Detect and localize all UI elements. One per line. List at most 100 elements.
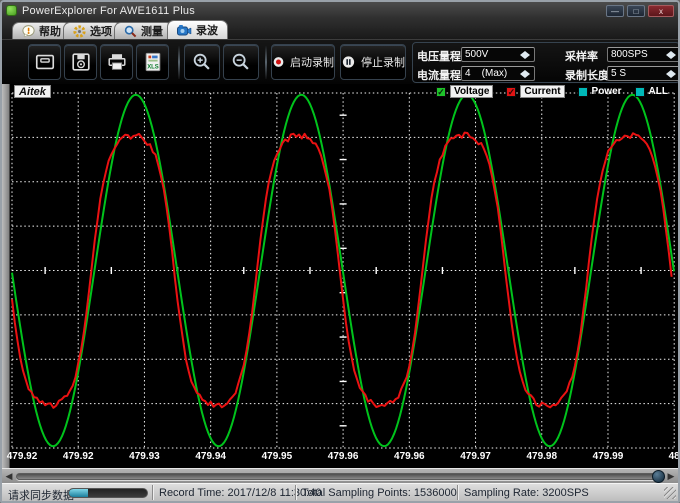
- status-separator: [295, 485, 296, 500]
- close-button[interactable]: x: [648, 5, 674, 17]
- gear-icon: [73, 25, 86, 38]
- scrollbar-thumb[interactable]: [652, 470, 665, 483]
- save-icon: [70, 51, 92, 73]
- start-record-button[interactable]: 启动录制: [271, 44, 335, 80]
- app-icon: [6, 5, 17, 16]
- tab-label: 帮助: [39, 23, 61, 39]
- print-button[interactable]: [100, 44, 133, 80]
- dropdown-arrow-icon: [665, 69, 677, 79]
- stop-record-button[interactable]: 停止录制: [340, 44, 406, 80]
- pause-icon: [341, 52, 356, 72]
- save-button[interactable]: [64, 44, 97, 80]
- record-length-select[interactable]: 5 S: [607, 66, 680, 81]
- dropdown-arrow-icon: [665, 50, 677, 60]
- x-axis-tick-label: 479.94: [195, 451, 226, 462]
- sampling-rate-text: Sampling Rate: 3200SPS: [464, 487, 589, 499]
- progress-bar: [68, 488, 148, 498]
- x-axis-tick-label: 479.93: [129, 451, 160, 462]
- toolbar-separator: [265, 45, 267, 79]
- record-length-label: 录制长度: [565, 67, 609, 83]
- scroll-left-arrow[interactable]: ◀: [3, 470, 15, 482]
- x-axis-tick-label: 48: [669, 451, 680, 462]
- window-title: PowerExplorer For AWE1611 Plus: [22, 5, 195, 17]
- zoom-out-icon: [230, 51, 252, 73]
- legend-checkbox-voltage[interactable]: ✓: [436, 87, 446, 97]
- export-xls-button[interactable]: XLS: [136, 44, 169, 80]
- dropdown-arrow-icon: [519, 50, 531, 60]
- svg-text:XLS: XLS: [147, 64, 159, 70]
- export-xls-icon: XLS: [142, 51, 164, 73]
- title-bar: PowerExplorer For AWE1611 Plus — □ x: [2, 2, 678, 19]
- sample-rate-label: 采样率: [565, 48, 598, 64]
- legend-label: Voltage: [450, 85, 493, 98]
- tab-label: 测量: [141, 23, 163, 39]
- legend-item-current[interactable]: ✓ Current: [506, 85, 564, 98]
- tab-record-waveform[interactable]: 录波: [167, 20, 228, 39]
- maximize-button[interactable]: □: [627, 5, 645, 17]
- x-axis-tick-label: 479.96: [328, 451, 359, 462]
- current-range-label: 电流量程: [417, 67, 461, 83]
- waveform-plot: [2, 84, 678, 450]
- tab-label: 选项: [90, 23, 112, 39]
- stop-record-label: 停止录制: [361, 54, 405, 70]
- minimize-button[interactable]: —: [606, 5, 624, 17]
- x-axis-tick-label: 479.92: [7, 451, 38, 462]
- sync-status-label: 请求同步数据: [8, 487, 74, 503]
- left-edge-strip: [2, 84, 10, 468]
- record-settings-panel: 电压量程 500V 采样率 800SPS 电流量程 4 (Max) 录制长度 5…: [412, 42, 680, 83]
- legend-label: Power: [592, 86, 622, 97]
- tab-bar: 帮助 选项 测量 录波: [2, 19, 678, 39]
- total-points-text: Total Sampling Points: 1536000: [302, 487, 457, 499]
- x-axis-tick-label: 479.95: [262, 451, 293, 462]
- printer-icon: [106, 51, 128, 73]
- record-length-value: 5 S: [611, 68, 665, 79]
- zoom-in-button[interactable]: [184, 44, 220, 80]
- app-window: PowerExplorer For AWE1611 Plus — □ x 帮助 …: [0, 0, 680, 503]
- scrollbar-track[interactable]: [16, 473, 662, 480]
- open-file-button[interactable]: [28, 44, 61, 80]
- zoom-out-button[interactable]: [223, 44, 259, 80]
- current-range-select[interactable]: 4 (Max): [461, 66, 535, 81]
- record-time-text: Record Time: 2017/12/8 11:30:40: [159, 487, 321, 499]
- toolbar: XLS 启动录制 停止录制 电压量程 500V 采样率 800SPS: [2, 39, 678, 84]
- legend: ✓ Voltage ✓ Current Power ALL: [436, 85, 668, 98]
- legend-checkbox-current[interactable]: ✓: [506, 87, 516, 97]
- resize-grip[interactable]: [664, 487, 676, 499]
- brand-logo: Aitek: [14, 85, 51, 98]
- exclamation-bubble-icon: [22, 25, 35, 38]
- start-record-label: 启动录制: [290, 54, 334, 70]
- legend-item-all[interactable]: ALL: [635, 86, 668, 97]
- x-axis-tick-label: 479.97: [460, 451, 491, 462]
- voltage-range-label: 电压量程: [417, 48, 461, 64]
- legend-item-power[interactable]: Power: [578, 86, 622, 97]
- camera-icon: [177, 24, 192, 37]
- tab-measure[interactable]: 测量: [114, 22, 173, 39]
- scroll-right-arrow[interactable]: ▶: [665, 470, 677, 482]
- voltage-range-select[interactable]: 500V: [461, 47, 535, 62]
- sample-rate-select[interactable]: 800SPS: [607, 47, 680, 62]
- progress-fill: [69, 489, 88, 497]
- waveform-chart-region: Aitek ✓Voltage✓CurrentPowerALL 479.92479…: [2, 84, 678, 483]
- sample-rate-value: 800SPS: [611, 49, 665, 60]
- open-file-icon: [34, 51, 56, 73]
- legend-label: Current: [520, 85, 564, 98]
- x-axis-tick-label: 479.99: [593, 451, 624, 462]
- voltage-range-value: 500V: [465, 49, 519, 60]
- x-axis-tick-label: 479.96: [394, 451, 425, 462]
- magnifier-icon: [124, 25, 137, 38]
- zoom-in-icon: [191, 51, 213, 73]
- x-axis-tick-label: 479.92: [63, 451, 94, 462]
- status-separator: [152, 485, 153, 500]
- x-axis-tick-label: 479.98: [526, 451, 557, 462]
- tab-label: 录波: [196, 22, 218, 38]
- horizontal-scrollbar[interactable]: ◀ ▶: [2, 468, 678, 483]
- legend-checkbox-all[interactable]: [635, 87, 645, 97]
- legend-item-voltage[interactable]: ✓ Voltage: [436, 85, 493, 98]
- current-range-value: 4 (Max): [465, 68, 519, 79]
- status-separator: [457, 485, 458, 500]
- legend-checkbox-power[interactable]: [578, 87, 588, 97]
- dropdown-arrow-icon: [519, 69, 531, 79]
- status-bar: 请求同步数据 Record Time: 2017/12/8 11:30:40 T…: [2, 483, 678, 501]
- x-axis-labels: 479.92 479.92 479.93 479.94 479.95 479.96 479.…: [2, 451, 678, 465]
- toolbar-separator: [178, 45, 180, 79]
